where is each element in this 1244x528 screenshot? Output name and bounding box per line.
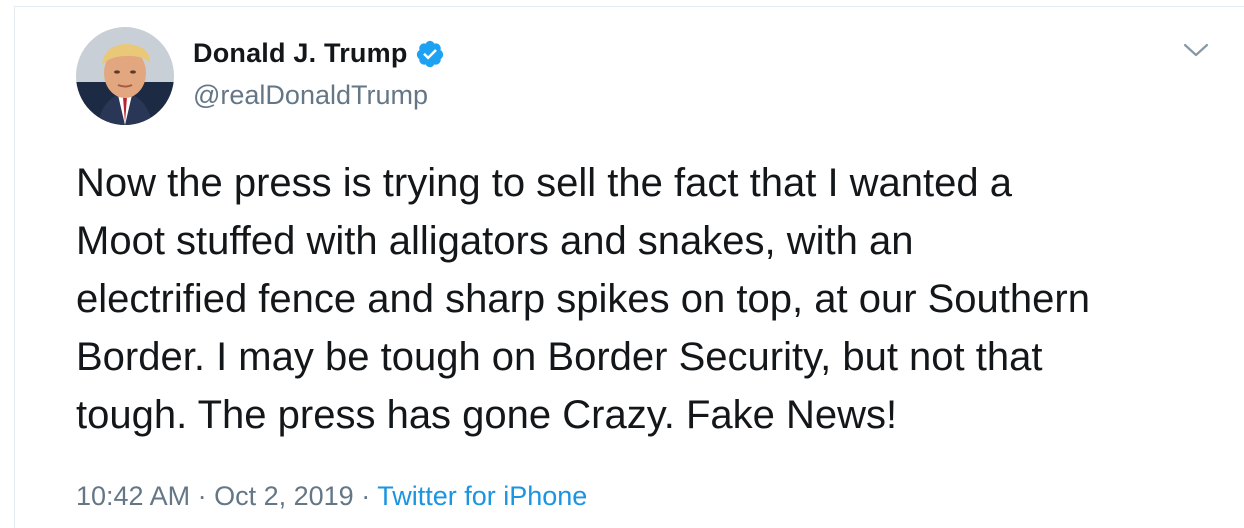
tweet-text: Now the press is trying to sell the fact… <box>76 154 1226 444</box>
chevron-down-icon[interactable] <box>1182 40 1210 60</box>
tweet-text-line: Moot stuffed with alligators and snakes,… <box>76 219 914 263</box>
tweet-time[interactable]: 10:42 AM <box>76 481 190 511</box>
tweet-text-line: Now the press is trying to sell the fact… <box>76 161 1013 205</box>
tweet-metadata: 10:42 AM · Oct 2, 2019 · Twitter for iPh… <box>76 481 587 512</box>
author-row: Donald J. Trump <box>193 38 445 69</box>
user-handle[interactable]: @realDonaldTrump <box>193 80 428 111</box>
tweet-source-link[interactable]: Twitter for iPhone <box>377 481 587 511</box>
meta-separator: · <box>197 481 207 511</box>
avatar-photo <box>76 27 174 125</box>
verified-badge-icon <box>415 39 445 69</box>
tweet-text-line: Border. I may be tough on Border Securit… <box>76 335 1043 379</box>
tweet-date[interactable]: Oct 2, 2019 <box>214 481 354 511</box>
meta-separator: · <box>361 481 371 511</box>
avatar[interactable] <box>76 27 174 125</box>
tweet-text-line: electrified fence and sharp spikes on to… <box>76 277 1090 321</box>
tweet-text-line: tough. The press has gone Crazy. Fake Ne… <box>76 393 898 437</box>
display-name[interactable]: Donald J. Trump <box>193 38 408 69</box>
